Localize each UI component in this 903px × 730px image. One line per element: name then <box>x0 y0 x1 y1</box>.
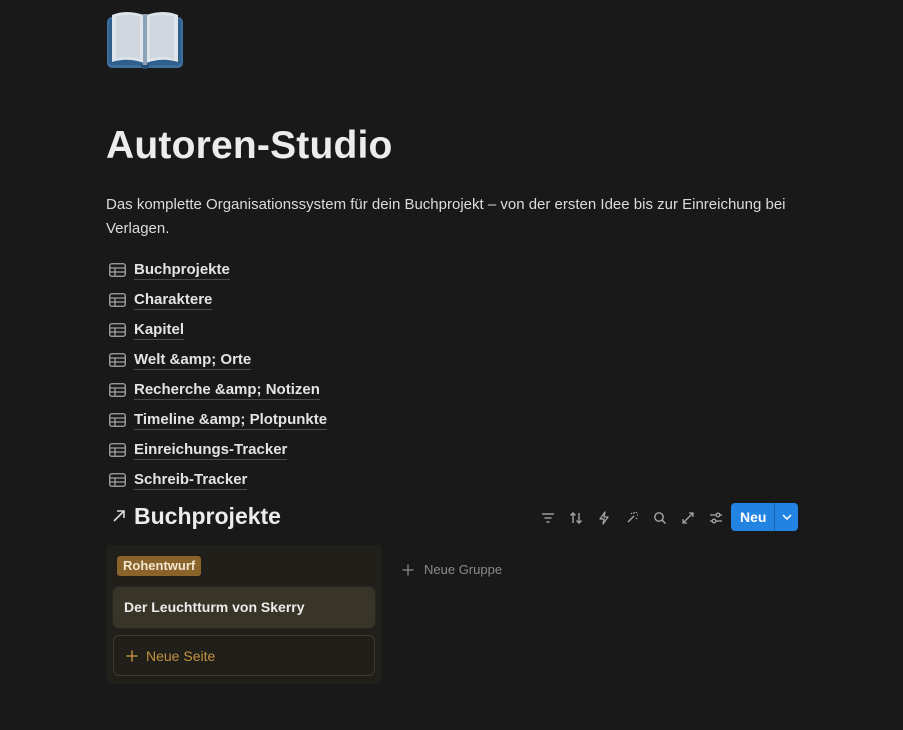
db-link-schreib-tracker[interactable]: Schreib-Tracker <box>109 465 327 495</box>
new-page-label: Neue Seite <box>146 647 216 664</box>
db-link-label: Buchprojekte <box>134 261 230 280</box>
db-link-timeline-plotpunkte[interactable]: Timeline &amp; Plotpunkte <box>109 405 328 435</box>
db-link-kapitel[interactable]: Kapitel <box>109 315 327 345</box>
table-icon <box>109 413 126 427</box>
database-list: Buchprojekte Charaktere Kapitel Welt &am… <box>109 255 328 495</box>
linked-database-header: Buchprojekte Neu <box>110 503 800 533</box>
sort-icon[interactable] <box>562 507 590 529</box>
new-group-button[interactable]: Neue Gruppe <box>401 562 502 577</box>
db-link-buchprojekte[interactable]: Buchprojekte <box>109 255 327 285</box>
db-link-label: Schreib-Tracker <box>134 471 248 490</box>
db-link-label: Timeline &amp; Plotpunkte <box>134 411 328 430</box>
db-link-einreichungs-tracker[interactable]: Einreichungs-Tracker <box>109 435 327 465</box>
page-description[interactable]: Das komplette Organisationssystem für de… <box>106 193 806 241</box>
new-entry-button[interactable]: Neu <box>731 503 798 531</box>
automation-icon[interactable] <box>590 507 618 529</box>
filter-icon[interactable] <box>534 507 562 529</box>
linked-database-title[interactable]: Buchprojekte <box>134 503 281 530</box>
settings-icon[interactable] <box>702 507 730 529</box>
notion-page: Autoren-Studio Das komplette Organisatio… <box>0 0 903 730</box>
db-link-label: Welt &amp; Orte <box>134 351 252 370</box>
status-badge[interactable]: Rohentwurf <box>117 556 202 576</box>
magic-icon[interactable] <box>618 507 646 529</box>
new-group-label: Neue Gruppe <box>424 562 503 577</box>
board-card[interactable]: Der Leuchtturm von Skerry <box>113 587 375 628</box>
plus-icon <box>401 563 415 577</box>
plus-icon <box>125 649 139 663</box>
chevron-down-icon[interactable] <box>775 503 798 531</box>
board-column-rohentwurf: Rohentwurf Der Leuchtturm von Skerry Neu… <box>106 545 382 684</box>
db-link-label: Kapitel <box>134 321 185 340</box>
table-icon <box>109 473 126 487</box>
new-page-button[interactable]: Neue Seite <box>113 635 375 676</box>
db-link-charaktere[interactable]: Charaktere <box>109 285 327 315</box>
table-icon <box>109 293 126 307</box>
page-title[interactable]: Autoren-Studio <box>106 124 393 168</box>
db-link-label: Einreichungs-Tracker <box>134 441 288 460</box>
open-book-icon[interactable] <box>106 9 184 69</box>
db-link-label: Recherche &amp; Notizen <box>134 381 320 400</box>
table-icon <box>109 443 126 457</box>
db-link-recherche-notizen[interactable]: Recherche &amp; Notizen <box>109 375 327 405</box>
expand-icon[interactable] <box>674 507 702 529</box>
table-icon <box>109 263 126 277</box>
table-icon <box>109 353 126 367</box>
arrow-up-right-icon <box>112 509 126 523</box>
table-icon <box>109 383 126 397</box>
view-toolbar <box>534 507 730 529</box>
search-icon[interactable] <box>646 507 674 529</box>
card-title: Der Leuchtturm von Skerry <box>124 599 305 615</box>
db-link-label: Charaktere <box>134 291 213 310</box>
db-link-welt-orte[interactable]: Welt &amp; Orte <box>109 345 327 375</box>
table-icon <box>109 323 126 337</box>
new-entry-label: Neu <box>740 509 767 525</box>
